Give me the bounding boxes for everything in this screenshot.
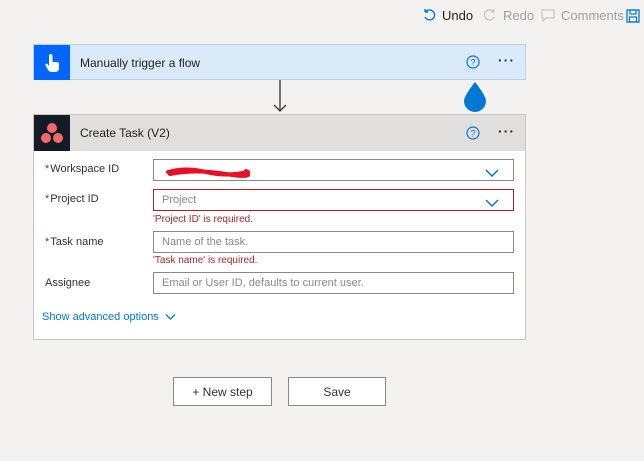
svg-text:?: ? (470, 129, 475, 139)
assignee-input[interactable]: Email or User ID, defaults to current us… (153, 272, 514, 294)
trigger-card[interactable]: Manually trigger a flow ? ··· (33, 44, 526, 80)
save-icon (626, 9, 640, 23)
project-id-placeholder: Project (162, 194, 197, 206)
chevron-down-icon (485, 165, 499, 178)
show-advanced-options-link[interactable]: Show advanced options (42, 311, 176, 323)
task-name-placeholder: Name of the task. (162, 236, 249, 248)
assignee-label: Assignee (45, 277, 91, 289)
asana-logo-icon (34, 115, 70, 151)
task-name-error: 'Task name' is required. (153, 255, 258, 266)
new-step-button[interactable]: + New step (173, 377, 272, 406)
task-name-input[interactable]: Name of the task. (153, 231, 514, 253)
redo-button[interactable]: Redo (483, 6, 534, 24)
help-icon[interactable]: ? (466, 55, 480, 69)
top-toolbar: Undo Redo Comments (0, 0, 644, 30)
workspace-id-label: *Workspace ID (45, 163, 120, 175)
workspace-id-dropdown[interactable] (153, 159, 514, 181)
redo-icon (483, 8, 497, 22)
undo-icon (422, 8, 436, 22)
undo-button[interactable]: Undo (422, 6, 473, 24)
comments-label: Comments (561, 7, 624, 23)
more-icon[interactable]: ··· (498, 123, 515, 139)
comment-icon (541, 8, 555, 22)
chevron-down-icon (485, 195, 499, 208)
connector-arrow (272, 80, 288, 114)
comments-button[interactable]: Comments (541, 6, 624, 24)
save-toolbar-button[interactable] (626, 7, 644, 25)
action-card: Create Task (V2) ? ··· *Workspace ID *Pr… (33, 114, 526, 340)
redacted-value (166, 165, 251, 178)
action-header[interactable]: Create Task (V2) ? ··· (34, 115, 525, 151)
project-id-label: *Project ID (45, 193, 99, 205)
project-id-error: 'Project ID' is required. (153, 214, 253, 225)
project-id-dropdown[interactable]: Project (153, 189, 514, 211)
task-name-label: *Task name (45, 236, 104, 248)
action-title: Create Task (V2) (80, 126, 170, 140)
redo-label: Redo (503, 7, 535, 23)
trigger-title: Manually trigger a flow (80, 56, 201, 70)
chevron-down-icon (165, 313, 176, 321)
more-icon[interactable]: ··· (498, 52, 515, 68)
svg-text:?: ? (470, 58, 475, 68)
help-icon[interactable]: ? (466, 126, 480, 140)
undo-label: Undo (442, 7, 474, 23)
drop-icon[interactable] (460, 80, 490, 114)
save-button[interactable]: Save (288, 377, 386, 406)
assignee-placeholder: Email or User ID, defaults to current us… (162, 277, 364, 289)
hand-touch-icon (34, 45, 70, 80)
